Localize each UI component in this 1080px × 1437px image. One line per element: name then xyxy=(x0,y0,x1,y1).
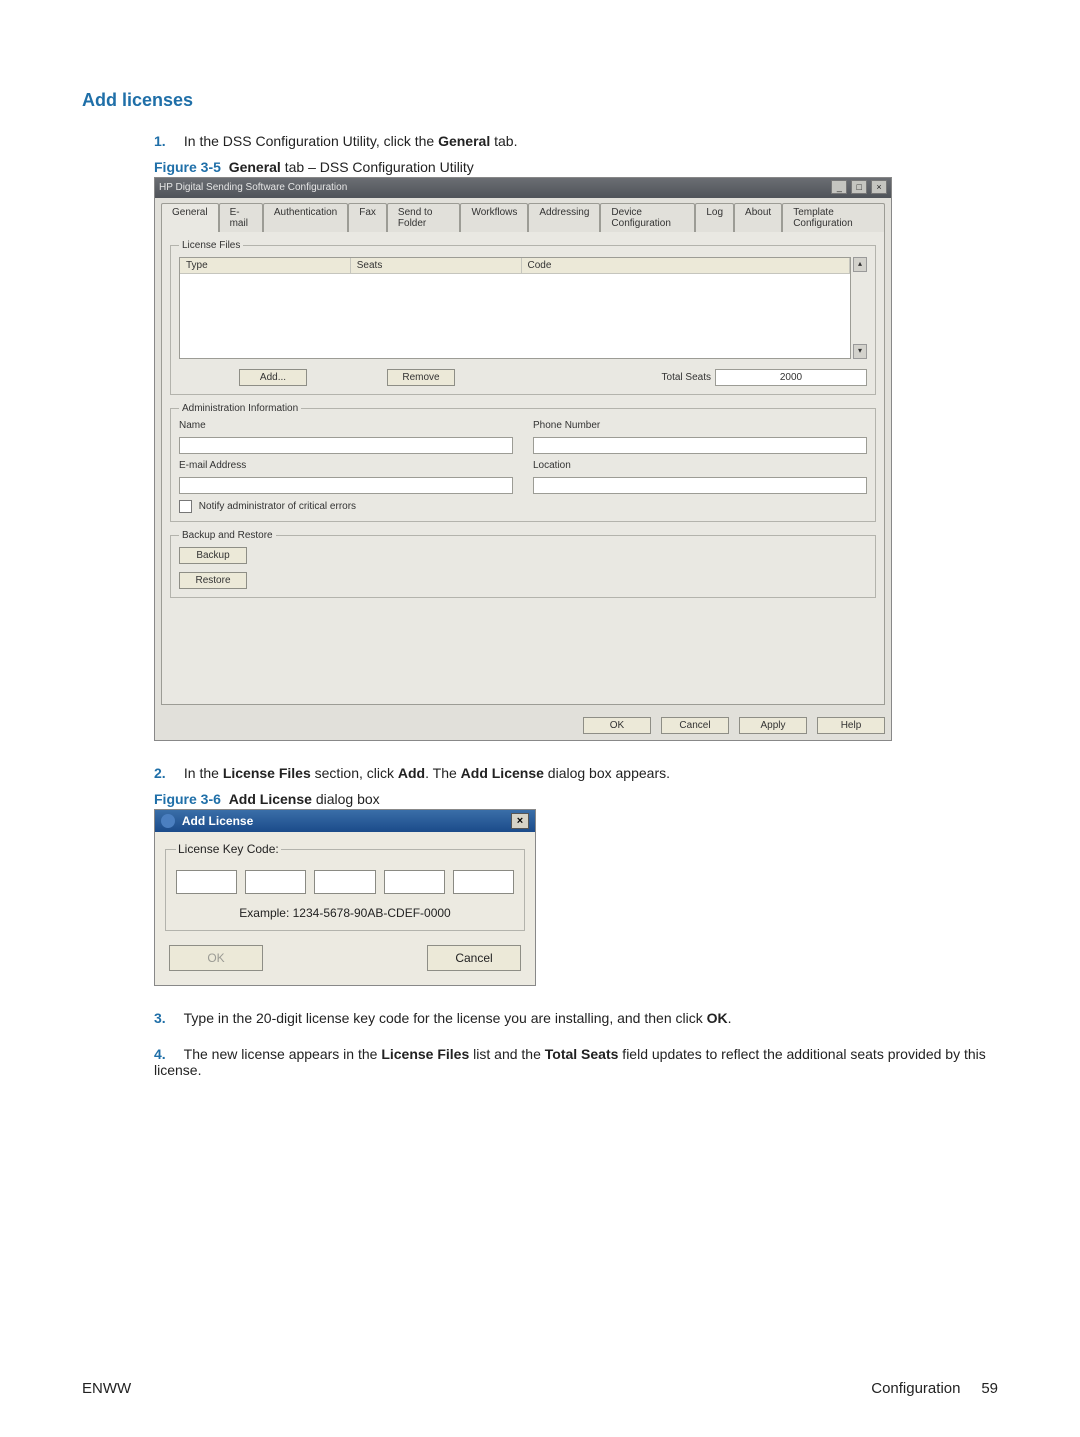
scroll-down-icon[interactable]: ▾ xyxy=(853,344,867,359)
figure-3-5-caption: Figure 3-5 General tab – DSS Configurati… xyxy=(154,159,998,175)
window-title: HP Digital Sending Software Configuratio… xyxy=(159,180,347,196)
scroll-up-icon[interactable]: ▴ xyxy=(853,257,867,272)
license-key-group: License Key Code: Example: 1234-5678-90A… xyxy=(165,842,525,931)
ok-button[interactable]: OK xyxy=(583,717,651,734)
dialog-cancel-button[interactable]: Cancel xyxy=(427,945,521,971)
admin-info-legend: Administration Information xyxy=(179,403,301,414)
tab-authentication[interactable]: Authentication xyxy=(263,203,348,232)
tab-addressing[interactable]: Addressing xyxy=(528,203,600,232)
key-segment-3[interactable] xyxy=(314,870,375,894)
col-type[interactable]: Type xyxy=(180,258,351,273)
close-icon[interactable]: × xyxy=(871,180,887,194)
example-text: Example: 1234-5678-90AB-CDEF-0000 xyxy=(176,906,514,920)
tab-template-configuration[interactable]: Template Configuration xyxy=(782,203,885,232)
window-control-buttons: _ □ × xyxy=(830,180,887,196)
license-files-legend: License Files xyxy=(179,240,243,251)
notify-label: Notify administrator of critical errors xyxy=(199,501,356,512)
backup-restore-legend: Backup and Restore xyxy=(179,530,276,541)
section-title: Add licenses xyxy=(82,90,998,111)
license-files-scrollbar[interactable]: ▴ ▾ xyxy=(853,257,867,359)
footer-section: Configuration xyxy=(871,1380,960,1397)
email-label: E-mail Address xyxy=(179,460,513,471)
help-button[interactable]: Help xyxy=(817,717,885,734)
footer-left: ENWW xyxy=(82,1380,131,1397)
key-segment-2[interactable] xyxy=(245,870,306,894)
phone-field[interactable] xyxy=(533,437,867,454)
backup-button[interactable]: Backup xyxy=(179,547,247,564)
total-seats-value: 2000 xyxy=(715,369,867,386)
email-field[interactable] xyxy=(179,477,513,494)
license-key-legend: License Key Code: xyxy=(176,842,281,856)
license-files-table[interactable]: Type Seats Code xyxy=(179,257,851,359)
tab-device-configuration[interactable]: Device Configuration xyxy=(600,203,695,232)
remove-button[interactable]: Remove xyxy=(387,369,455,386)
notify-checkbox-row[interactable]: Notify administrator of critical errors xyxy=(179,500,867,513)
minimize-icon[interactable]: _ xyxy=(831,180,847,194)
step-2: 2. In the License Files section, click A… xyxy=(154,765,998,986)
figure-3-5-general-tab: HP Digital Sending Software Configuratio… xyxy=(154,177,892,741)
close-icon[interactable]: × xyxy=(511,813,529,829)
figure-3-6-caption: Figure 3-6 Add License dialog box xyxy=(154,791,998,807)
step-text: In the License Files section, click Add.… xyxy=(184,765,670,781)
step-1: 1. In the DSS Configuration Utility, cli… xyxy=(154,133,998,741)
dialog-ok-button[interactable]: OK xyxy=(169,945,263,971)
footer-page-number: 59 xyxy=(981,1380,998,1397)
key-segment-5[interactable] xyxy=(453,870,514,894)
dialog-titlebar: Add License × xyxy=(155,810,535,832)
location-label: Location xyxy=(533,460,867,471)
location-field[interactable] xyxy=(533,477,867,494)
tab-email[interactable]: E-mail xyxy=(219,203,263,232)
page-footer: ENWW Configuration 59 xyxy=(82,1380,998,1397)
key-segment-4[interactable] xyxy=(384,870,445,894)
tab-send-to-folder[interactable]: Send to Folder xyxy=(387,203,461,232)
backup-restore-group: Backup and Restore Backup Restore xyxy=(170,530,876,598)
add-button[interactable]: Add... xyxy=(239,369,307,386)
total-seats-label: Total Seats xyxy=(662,372,711,383)
tab-fax[interactable]: Fax xyxy=(348,203,387,232)
tab-log[interactable]: Log xyxy=(695,203,734,232)
step-4: 4. The new license appears in the Licens… xyxy=(154,1046,998,1078)
col-seats[interactable]: Seats xyxy=(351,258,522,273)
restore-button[interactable]: Restore xyxy=(179,572,247,589)
step-number: 4. xyxy=(154,1046,180,1062)
col-code[interactable]: Code xyxy=(522,258,851,273)
tab-about[interactable]: About xyxy=(734,203,782,232)
phone-label: Phone Number xyxy=(533,420,867,431)
admin-info-group: Administration Information Name Phone Nu… xyxy=(170,403,876,522)
step-number: 1. xyxy=(154,133,180,149)
name-label: Name xyxy=(179,420,513,431)
figure-3-6-add-license-dialog: Add License × License Key Code: Example:… xyxy=(154,809,536,986)
step-text: Type in the 20-digit license key code fo… xyxy=(184,1010,732,1026)
hp-logo-icon xyxy=(161,814,175,828)
apply-button[interactable]: Apply xyxy=(739,717,807,734)
notify-checkbox[interactable] xyxy=(179,500,192,513)
tab-workflows[interactable]: Workflows xyxy=(460,203,528,232)
license-files-group: License Files Type Seats Code ▴ xyxy=(170,240,876,395)
tab-bar: General E-mail Authentication Fax Send t… xyxy=(155,198,891,231)
window-titlebar: HP Digital Sending Software Configuratio… xyxy=(155,178,891,198)
name-field[interactable] xyxy=(179,437,513,454)
step-text: The new license appears in the License F… xyxy=(154,1046,986,1078)
tab-general[interactable]: General xyxy=(161,203,219,232)
dialog-title: Add License xyxy=(182,814,253,828)
maximize-icon[interactable]: □ xyxy=(851,180,867,194)
cancel-button[interactable]: Cancel xyxy=(661,717,729,734)
step-3: 3. Type in the 20-digit license key code… xyxy=(154,1010,998,1026)
key-segment-1[interactable] xyxy=(176,870,237,894)
step-number: 2. xyxy=(154,765,180,781)
step-number: 3. xyxy=(154,1010,180,1026)
step-text: In the DSS Configuration Utility, click … xyxy=(184,133,518,149)
